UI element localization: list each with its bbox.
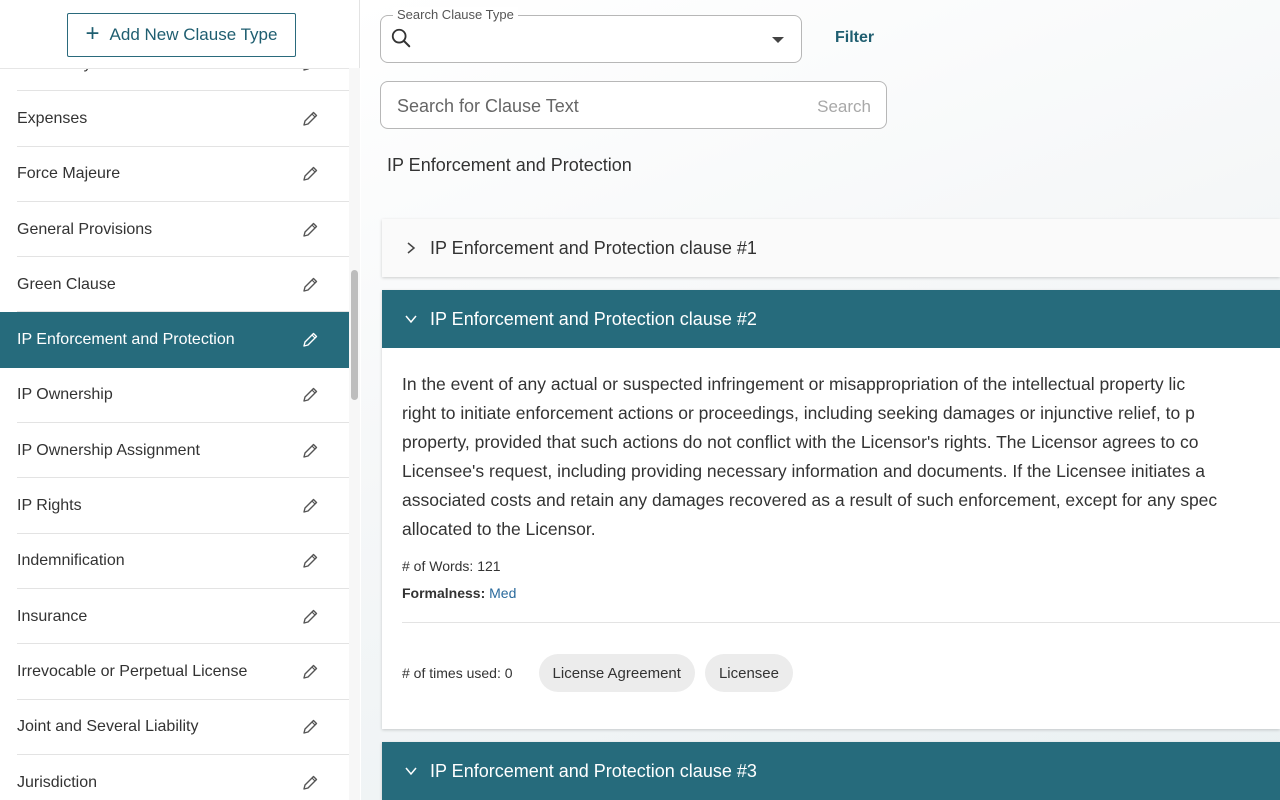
sidebar-item-label: Jurisdiction [17, 773, 98, 791]
clause-header-1[interactable]: IP Enforcement and Protection clause #1 [382, 219, 1280, 277]
edit-pencil-icon[interactable] [301, 718, 319, 736]
sidebar-item[interactable]: General Provisions [0, 202, 349, 258]
sidebar-item[interactable]: Irrevocable or Perpetual License [0, 644, 349, 700]
edit-pencil-icon[interactable] [301, 497, 319, 515]
sidebar-item-label: IP Enforcement and Protection [17, 331, 235, 349]
formalness-label: Formalness: [402, 585, 486, 601]
clause-text-line: associated costs and retain any damages … [402, 490, 1218, 510]
sidebar-item[interactable]: IP Ownership [0, 368, 349, 424]
sidebar-item[interactable]: Force Majeure [0, 147, 349, 203]
edit-pencil-icon[interactable] [301, 69, 319, 73]
clause-accordion-1: IP Enforcement and Protection clause #1 [382, 219, 1280, 277]
clause-text-line: Licensee's request, including providing … [402, 461, 1205, 481]
times-used: # of times used: 0 [402, 665, 513, 681]
main-panel: Search Clause Type Filter Search for Cla… [361, 0, 1280, 800]
chevron-down-icon [405, 315, 417, 324]
clause-text-search-placeholder: Search for Clause Text [397, 96, 579, 116]
section-title: IP Enforcement and Protection [387, 155, 632, 175]
sidebar-item[interactable]: Expenses [0, 91, 349, 147]
edit-pencil-icon[interactable] [301, 331, 319, 349]
scrollbar-track[interactable] [349, 68, 360, 800]
sidebar-item-label: General Provisions [17, 220, 153, 238]
clause-text-line: In the event of any actual or suspected … [402, 374, 1186, 394]
sidebar-item[interactable]: IP Ownership Assignment [0, 423, 349, 479]
sidebar-item[interactable]: IP Rights [0, 478, 349, 534]
sidebar: + Add New Clause Type Exclusivity Expense… [0, 0, 360, 800]
formalness: Formalness: Med [402, 585, 1280, 601]
clause-text-line: right to initiate enforcement actions or… [402, 403, 1195, 423]
sidebar-item-label: Green Clause [17, 275, 116, 293]
sidebar-item-label: Irrevocable or Perpetual License [17, 662, 248, 680]
sidebar-item[interactable]: Indemnification [0, 534, 349, 590]
search-clause-type-combobox[interactable]: Search Clause Type [380, 7, 802, 63]
sidebar-item-label: Exclusivity [17, 69, 92, 73]
clause-title-3: IP Enforcement and Protection clause #3 [430, 760, 757, 781]
clause-body-2: In the event of any actual or suspected … [382, 348, 1280, 723]
tag-chip-licensee[interactable]: Licensee [704, 654, 793, 692]
clause-accordion-2: IP Enforcement and Protection clause #2 … [382, 290, 1280, 729]
sidebar-item[interactable]: IP Enforcement and Protection [0, 312, 349, 368]
tag-chip-license-agreement[interactable]: License Agreement [538, 654, 695, 692]
scrollbar-thumb[interactable] [351, 270, 358, 400]
sidebar-item-label: Indemnification [17, 552, 125, 570]
search-clause-type-label: Search Clause Type [393, 7, 518, 22]
filter-button[interactable]: Filter [835, 29, 874, 47]
word-count: # of Words: 121 [402, 558, 501, 574]
sidebar-item-label: IP Ownership [17, 386, 113, 404]
clause-accordion-3: IP Enforcement and Protection clause #3 [382, 742, 1280, 800]
clause-text-search-field[interactable]: Search for Clause Text Search [380, 81, 887, 129]
sidebar-item-label: Force Majeure [17, 165, 121, 183]
sidebar-item-label: Insurance [17, 607, 88, 625]
clause-text-line: property, provided that such actions do … [402, 432, 1199, 452]
sidebar-item[interactable]: Green Clause [0, 257, 349, 313]
edit-pencil-icon[interactable] [301, 276, 319, 294]
sidebar-item[interactable]: Insurance [0, 589, 349, 645]
clause-title-2: IP Enforcement and Protection clause #2 [430, 308, 757, 329]
edit-pencil-icon[interactable] [301, 552, 319, 570]
plus-icon: + [85, 19, 100, 47]
clause-header-3[interactable]: IP Enforcement and Protection clause #3 [382, 742, 1280, 800]
sidebar-item-label: IP Ownership Assignment [17, 441, 200, 459]
clause-type-list[interactable]: Exclusivity Expenses Force Majeure General … [0, 68, 349, 800]
add-button-label: Add New Clause Type [109, 25, 278, 44]
chevron-down-icon [405, 767, 417, 776]
edit-pencil-icon[interactable] [301, 386, 319, 404]
edit-pencil-icon[interactable] [301, 774, 319, 792]
sidebar-item[interactable]: Joint and Several Liability [0, 700, 349, 756]
edit-pencil-icon[interactable] [301, 110, 319, 128]
edit-pencil-icon[interactable] [301, 442, 319, 460]
clause-title-1: IP Enforcement and Protection clause #1 [430, 237, 757, 258]
chevron-right-icon [407, 242, 416, 254]
formalness-value: Med [489, 585, 517, 601]
dropdown-caret-icon[interactable] [772, 37, 784, 43]
sidebar-item[interactable]: Exclusivity [0, 69, 349, 92]
search-icon [391, 28, 411, 48]
edit-pencil-icon[interactable] [301, 608, 319, 626]
edit-pencil-icon[interactable] [301, 165, 319, 183]
clause-header-2[interactable]: IP Enforcement and Protection clause #2 [382, 290, 1280, 348]
sidebar-item-label: IP Rights [17, 497, 82, 515]
clause-text: In the event of any actual or suspected … [402, 370, 1280, 544]
edit-pencil-icon[interactable] [301, 663, 319, 681]
clause-footer: # of times used: 0 License Agreement Lic… [402, 623, 1280, 723]
edit-pencil-icon[interactable] [301, 221, 319, 239]
clause-text-line: allocated to the Licensor. [402, 519, 596, 539]
sidebar-item[interactable]: Jurisdiction [0, 755, 349, 800]
add-new-clause-type-button[interactable]: + Add New Clause Type [67, 13, 296, 57]
search-button[interactable]: Search [817, 97, 871, 117]
sidebar-item-label: Joint and Several Liability [17, 718, 199, 736]
sidebar-item-label: Expenses [17, 109, 88, 127]
